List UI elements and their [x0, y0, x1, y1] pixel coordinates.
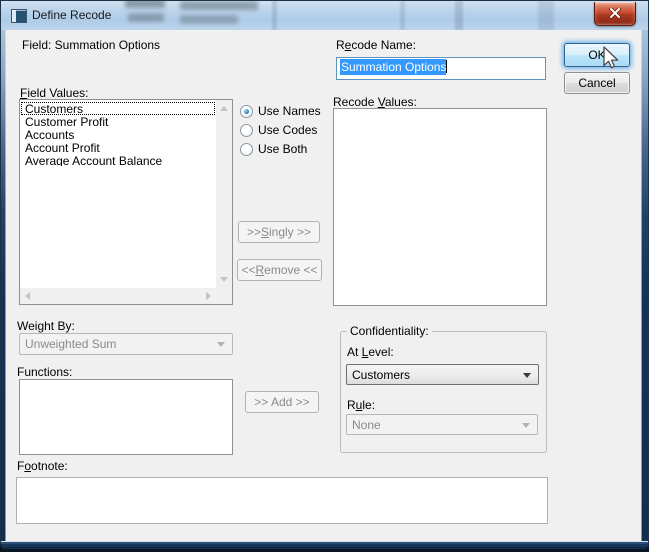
footnote-input[interactable]: [16, 477, 548, 524]
at-level-label: At Level:: [347, 345, 394, 359]
field-values-label: Field Values:: [20, 86, 89, 100]
field-info-label: Field: Summation Options: [22, 38, 160, 52]
scroll-up-icon[interactable]: [220, 106, 228, 111]
list-item[interactable]: Account Profit: [21, 141, 215, 154]
close-x-icon: [609, 8, 621, 19]
define-recode-dialog: Define Recode Field: Summation Options R…: [0, 0, 649, 549]
recode-values-label: Recode Values:: [333, 95, 417, 109]
titlebar[interactable]: Define Recode: [0, 0, 649, 30]
radio-label: Use Both: [258, 142, 307, 156]
glass-reflection: [272, 0, 277, 30]
rule-label: Rule:: [347, 398, 375, 412]
add-button[interactable]: >> Add >>: [245, 391, 319, 413]
recode-name-label: Recode Name:: [336, 38, 416, 52]
chevron-down-icon: [217, 342, 225, 347]
combo-value: None: [352, 418, 381, 432]
recode-values-listbox[interactable]: [333, 108, 547, 306]
radio-use-names[interactable]: Use Names: [240, 104, 321, 118]
chevron-down-icon: [522, 423, 530, 428]
radio-selected-icon[interactable]: [240, 105, 253, 118]
horizontal-scrollbar[interactable]: [20, 288, 216, 304]
selected-text: Summation Options: [340, 59, 446, 75]
dialog-client-area: Field: Summation Options Recode Name: Su…: [6, 30, 641, 541]
footnote-label: Footnote:: [17, 459, 68, 473]
confidentiality-group: Confidentiality: At Level: Customers Rul…: [340, 331, 547, 453]
field-values-list: Customers Customer Profit Accounts Accou…: [21, 102, 215, 167]
vertical-scrollbar[interactable]: [216, 100, 232, 288]
scroll-right-icon[interactable]: [206, 292, 211, 300]
scrollbar-corner: [216, 288, 232, 304]
weight-by-label: Weight By:: [17, 319, 75, 333]
mouse-cursor-icon: [601, 46, 621, 70]
list-item[interactable]: Accounts: [21, 128, 215, 141]
app-icon: [11, 9, 27, 23]
radio-use-both[interactable]: Use Both: [240, 142, 307, 156]
list-item[interactable]: Customer Profit: [21, 115, 215, 128]
chevron-down-icon: [523, 373, 531, 378]
field-values-listbox[interactable]: Customers Customer Profit Accounts Accou…: [19, 99, 233, 305]
functions-listbox[interactable]: [19, 379, 233, 455]
list-item[interactable]: Customers: [21, 102, 215, 115]
functions-label: Functions:: [17, 365, 72, 379]
scroll-left-icon[interactable]: [25, 292, 30, 300]
glass-reflection: [400, 0, 405, 30]
window-title: Define Recode: [32, 8, 111, 22]
glass-reflection: [538, 0, 554, 30]
glass-reflection: [455, 0, 463, 30]
radio-unselected-icon[interactable]: [240, 124, 253, 137]
close-button[interactable]: [594, 2, 636, 26]
radio-unselected-icon[interactable]: [240, 143, 253, 156]
text-caret: [446, 60, 447, 73]
confidentiality-label: Confidentiality:: [347, 324, 432, 338]
list-item[interactable]: Average Account Balance: [21, 154, 215, 167]
radio-use-codes[interactable]: Use Codes: [240, 123, 317, 137]
cancel-button[interactable]: Cancel: [564, 72, 630, 94]
recode-name-input[interactable]: Summation Options: [336, 57, 546, 80]
combo-value: Customers: [352, 368, 410, 382]
weight-by-combobox[interactable]: Unweighted Sum: [19, 333, 233, 355]
scroll-down-icon[interactable]: [220, 277, 228, 282]
glass-reflection: [180, 15, 238, 24]
glass-reflection: [180, 1, 258, 10]
singly-button[interactable]: >> Singly >>: [238, 221, 320, 243]
glass-reflection: [125, 0, 165, 8]
radio-label: Use Codes: [258, 123, 317, 137]
rule-combobox[interactable]: None: [346, 414, 538, 435]
window-frame-bottom: [0, 541, 649, 549]
radio-label: Use Names: [258, 104, 321, 118]
at-level-combobox[interactable]: Customers: [346, 364, 539, 385]
remove-button[interactable]: << Remove <<: [237, 259, 322, 281]
combo-value: Unweighted Sum: [25, 337, 116, 351]
glass-reflection: [128, 13, 164, 22]
window-frame-right: [641, 30, 649, 541]
